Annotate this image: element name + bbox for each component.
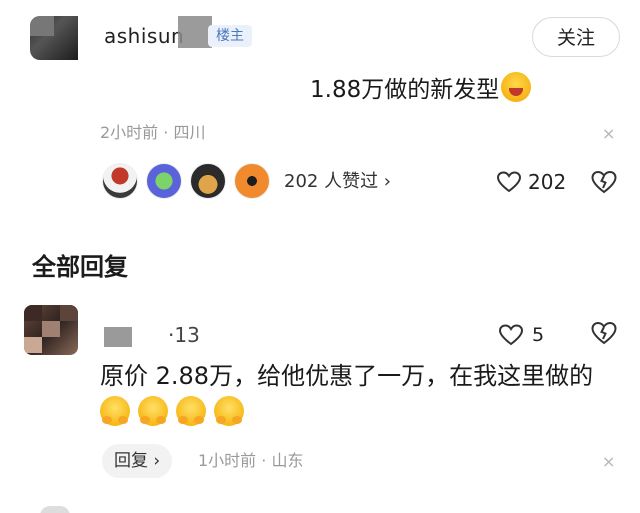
- comment-meta: 1小时前 · 山东: [198, 451, 304, 470]
- comment-thread: ashisun 楼主 关注 1.88万做的新发型 2小时前 · 四川 × 202…: [0, 0, 640, 513]
- avatar[interactable]: [40, 506, 70, 513]
- broken-heart-icon: [591, 170, 617, 194]
- liker-avatar[interactable]: [234, 163, 270, 199]
- comment-text-body: 1.88万做的新发型: [310, 77, 500, 103]
- dislike-button[interactable]: [590, 320, 618, 350]
- like-button[interactable]: 5: [498, 322, 544, 348]
- broken-heart-icon: [591, 321, 617, 345]
- follow-button[interactable]: 关注: [532, 17, 620, 57]
- likers-summary-link[interactable]: 202 人赞过 ›: [284, 170, 391, 194]
- username[interactable]: ·13: [168, 322, 200, 348]
- liker-avatar[interactable]: [190, 163, 226, 199]
- like-count: 5: [532, 324, 545, 346]
- laughing-face-emoji-icon: [501, 72, 532, 102]
- username[interactable]: ashisun: [104, 22, 184, 50]
- avatar-mosaic: [42, 321, 60, 337]
- hugging-face-emoji-icon: [176, 396, 206, 426]
- avatar[interactable]: [24, 305, 78, 355]
- comment-meta: 2小时前 · 四川: [100, 123, 206, 142]
- heart-icon: [496, 171, 522, 193]
- avatar-mosaic: [60, 305, 78, 321]
- comment-text: 1.88万做的新发型: [310, 72, 532, 107]
- close-icon[interactable]: ×: [602, 452, 615, 472]
- heart-icon: [498, 324, 524, 346]
- avatar-mosaic: [24, 337, 42, 353]
- op-badge: 楼主: [208, 25, 252, 47]
- avatar-mosaic: [24, 305, 42, 321]
- emoji-row: [100, 396, 244, 426]
- username-redaction: [104, 327, 132, 347]
- avatar-mosaic: [30, 16, 54, 36]
- reply-button[interactable]: 回复 ›: [102, 444, 173, 478]
- liker-avatar[interactable]: [146, 163, 182, 199]
- like-button[interactable]: 202: [496, 168, 566, 196]
- like-count: 202: [528, 170, 567, 194]
- hugging-face-emoji-icon: [138, 396, 168, 426]
- username-redaction: [178, 16, 212, 48]
- replies-section-title: 全部回复: [32, 253, 128, 281]
- liker-avatar[interactable]: [102, 163, 138, 199]
- dislike-button[interactable]: [590, 169, 618, 199]
- hugging-face-emoji-icon: [100, 396, 130, 426]
- hugging-face-emoji-icon: [214, 396, 244, 426]
- reply-text: 原价 2.88万，给他优惠了一万，在我这里做的: [100, 362, 594, 390]
- close-icon[interactable]: ×: [602, 124, 615, 144]
- avatar[interactable]: [30, 16, 78, 60]
